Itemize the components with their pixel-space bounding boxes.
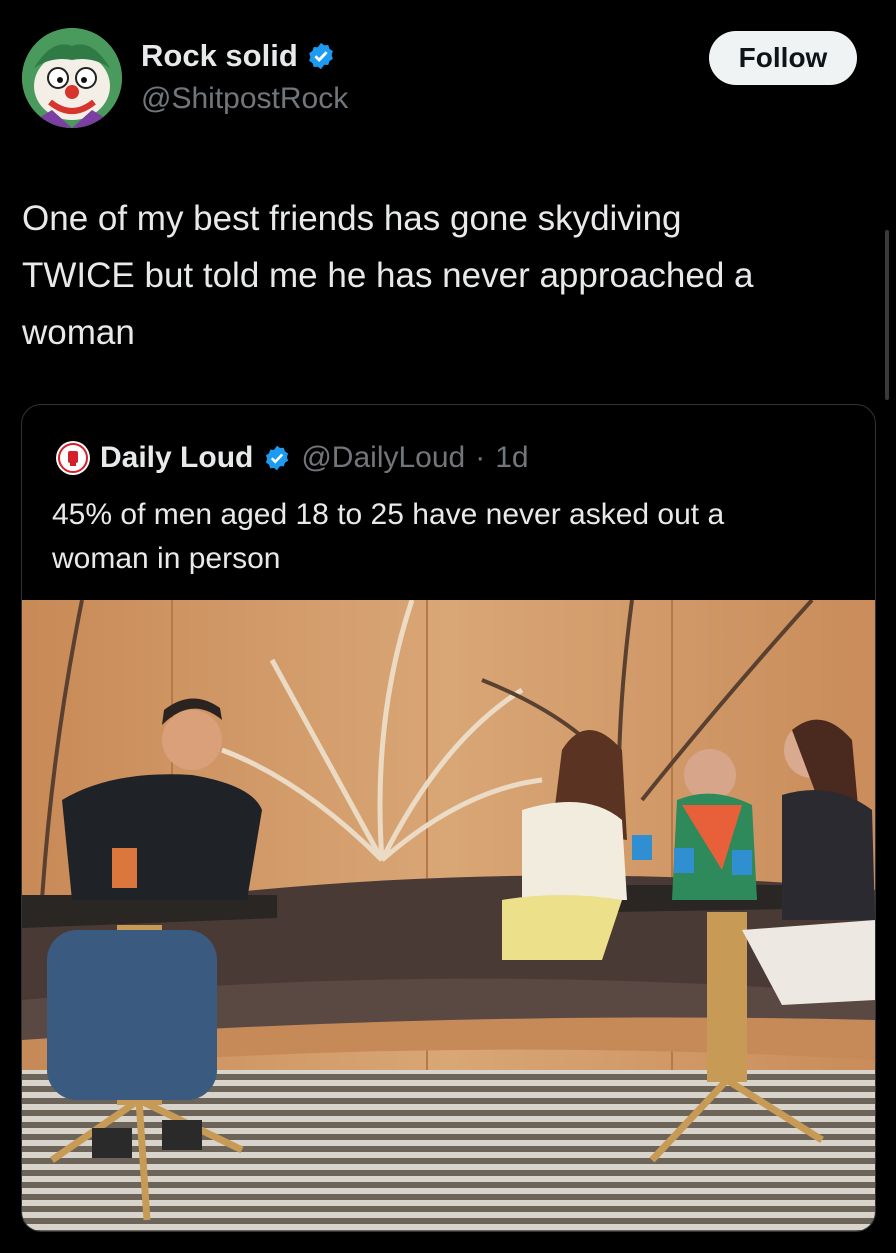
author-name[interactable]: Rock solid: [141, 38, 336, 74]
verified-badge-icon: [308, 42, 333, 70]
quote-line: woman in person: [52, 542, 281, 575]
quote-line: 45% of men aged 18 to 25 have never aske…: [52, 498, 725, 531]
tweet-line: woman: [22, 313, 135, 352]
quote-display-name[interactable]: Daily Loud: [100, 441, 253, 475]
tweet-text: One of my best friends has gone skydivin…: [22, 190, 862, 361]
daily-loud-logo-icon: [58, 443, 88, 473]
quote-avatar[interactable]: [56, 441, 90, 475]
author-avatar[interactable]: [22, 28, 122, 128]
quote-photo[interactable]: [22, 600, 875, 1231]
quote-tweet-card[interactable]: Daily Loud @DailyLoud · 1d 45% of men ag…: [21, 404, 876, 1232]
clown-avatar-icon: [22, 28, 122, 128]
author-display-name: Rock solid: [141, 38, 298, 73]
quote-separator: ·: [475, 441, 486, 474]
tweet-line: TWICE but told me he has never approache…: [22, 256, 754, 295]
quote-handle[interactable]: @DailyLoud: [301, 441, 465, 475]
follow-button[interactable]: Follow: [709, 31, 857, 85]
quote-header: Daily Loud @DailyLoud · 1d: [56, 441, 529, 475]
verified-badge-icon: [266, 445, 289, 471]
author-handle[interactable]: @ShitpostRock: [141, 82, 348, 116]
quote-text: 45% of men aged 18 to 25 have never aske…: [52, 493, 852, 581]
tweet-line: One of my best friends has gone skydivin…: [22, 199, 682, 238]
scrollbar[interactable]: [885, 230, 889, 400]
quote-timestamp[interactable]: 1d: [495, 441, 528, 475]
